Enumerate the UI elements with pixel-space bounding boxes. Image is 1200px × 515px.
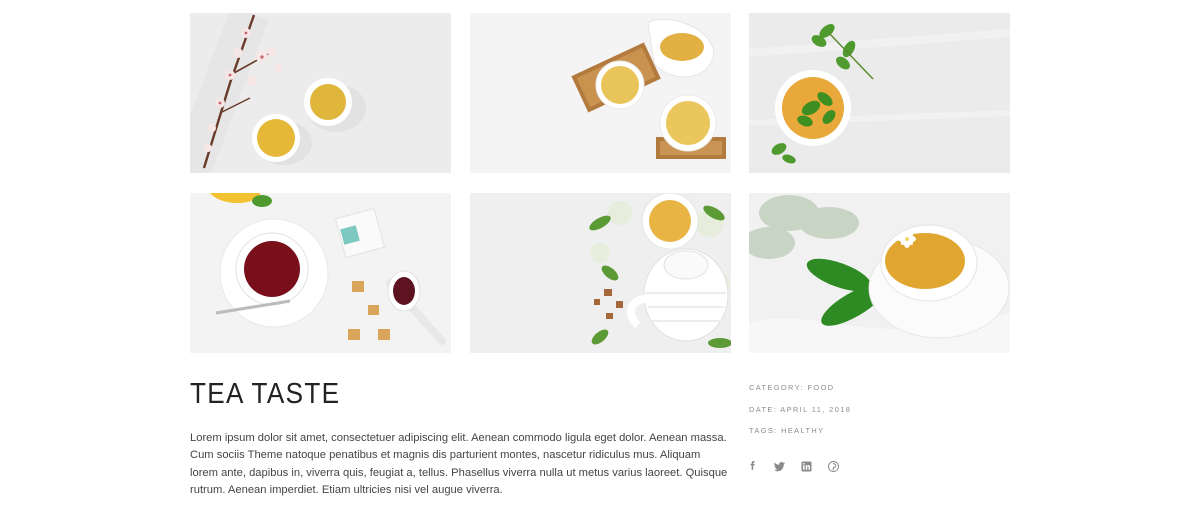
meta-tags: TAGS: HEALTHY <box>749 426 949 448</box>
meta-date-label: DATE: <box>749 404 778 414</box>
meta-category: CATEGORY: FOOD <box>749 383 949 405</box>
post-meta: CATEGORY: FOOD DATE: APRIL 11, 2018 TAGS… <box>749 383 949 448</box>
gallery-image-2[interactable] <box>470 13 731 173</box>
meta-tags-value[interactable]: HEALTHY <box>781 426 824 435</box>
linkedin-icon[interactable] <box>800 460 813 473</box>
gallery-image-3[interactable] <box>749 13 1010 173</box>
image-gallery <box>190 13 1010 354</box>
facebook-icon[interactable] <box>746 460 759 473</box>
gallery-image-1[interactable] <box>190 13 451 173</box>
meta-date-value: APRIL 11, 2018 <box>780 404 852 414</box>
gallery-image-5[interactable] <box>470 193 731 353</box>
social-share <box>746 460 840 473</box>
tea-photo-2 <box>470 13 731 173</box>
gallery-image-6[interactable] <box>749 193 1010 353</box>
meta-category-value[interactable]: FOOD <box>808 383 835 392</box>
tea-photo-4 <box>190 193 451 353</box>
twitter-icon[interactable] <box>773 460 786 473</box>
pinterest-icon[interactable] <box>827 460 840 473</box>
tea-photo-1 <box>190 13 451 173</box>
post-body: Lorem ipsum dolor sit amet, consectetuer… <box>190 432 728 497</box>
tea-photo-6 <box>749 193 1010 353</box>
meta-date: DATE: APRIL 11, 2018 <box>749 405 949 427</box>
tea-photo-3 <box>749 13 1010 173</box>
tea-photo-5 <box>470 193 731 353</box>
meta-tags-label: TAGS: <box>749 426 778 435</box>
meta-category-label: CATEGORY: <box>749 383 805 392</box>
gallery-image-4[interactable] <box>190 193 451 353</box>
post-title: TEA TASTE <box>190 378 341 410</box>
